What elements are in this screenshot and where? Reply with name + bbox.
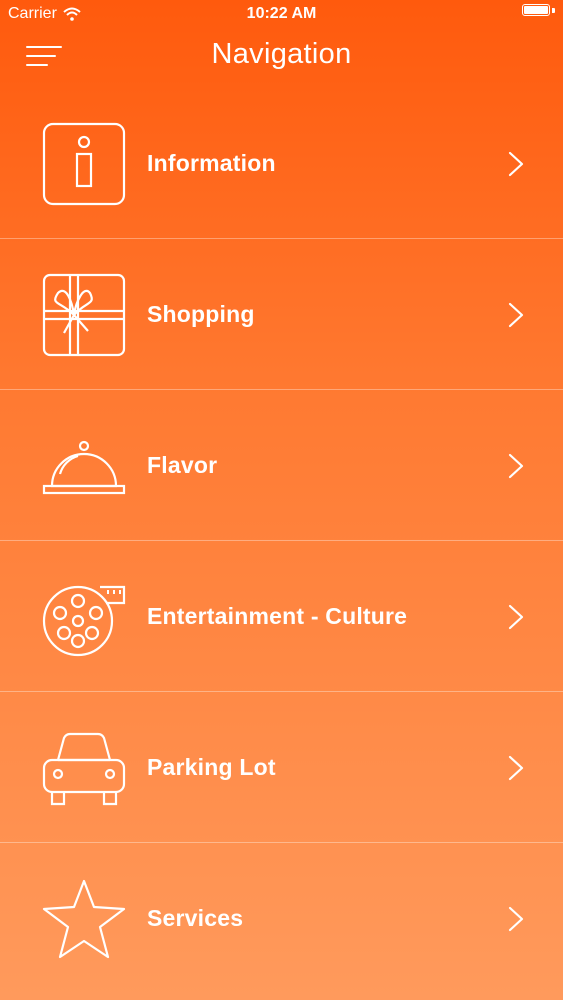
menu-item-label: Entertainment - Culture (147, 603, 408, 629)
menu-item-label: Information (147, 150, 276, 176)
status-right (522, 4, 555, 16)
menu-item-shopping[interactable]: Shopping (0, 239, 563, 390)
chevron-right-icon (508, 453, 524, 479)
menu-item-parking-lot[interactable]: Parking Lot (0, 692, 563, 843)
menu-item-label: Services (147, 905, 244, 931)
app-screen: Carrier 10:22 AM Navigation Information … (0, 0, 563, 1000)
chevron-right-icon (508, 604, 524, 630)
car-icon (40, 724, 128, 812)
information-icon (40, 120, 128, 208)
film-reel-icon (40, 573, 128, 661)
navigation-list: Information Shopping Flavor Entertainmen… (0, 88, 563, 994)
chevron-right-icon (508, 906, 524, 932)
menu-item-label: Flavor (147, 452, 218, 478)
chevron-right-icon (508, 151, 524, 177)
chevron-right-icon (508, 755, 524, 781)
menu-item-information[interactable]: Information (0, 88, 563, 239)
battery-tip (552, 7, 555, 13)
status-time: 10:22 AM (246, 5, 317, 22)
page-title: Navigation (211, 38, 352, 70)
menu-item-entertainment-culture[interactable]: Entertainment - Culture (0, 541, 563, 692)
menu-item-services[interactable]: Services (0, 843, 563, 994)
food-cloche-icon (40, 422, 128, 510)
star-icon (40, 875, 128, 963)
navigation-bar: Navigation (0, 30, 563, 86)
menu-item-flavor[interactable]: Flavor (0, 390, 563, 541)
status-bar: Carrier 10:22 AM (0, 0, 563, 30)
menu-item-label: Shopping (147, 301, 255, 327)
battery-icon (522, 4, 550, 16)
gift-icon (40, 271, 128, 359)
menu-item-label: Parking Lot (147, 754, 276, 780)
chevron-right-icon (508, 302, 524, 328)
